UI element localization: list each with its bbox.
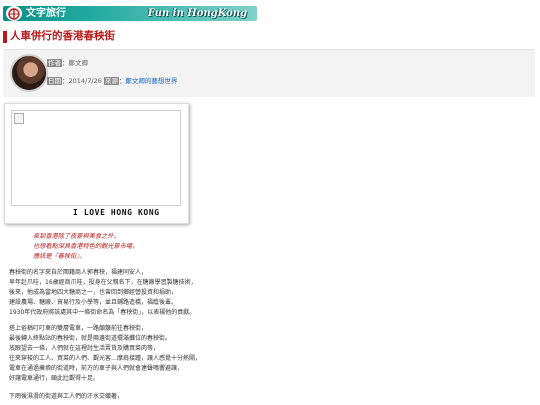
article-title: 人車併行的香港春秧街 — [10, 30, 115, 42]
photo-caption: I LOVE HONG KONG — [73, 208, 160, 217]
title-accent-bar — [3, 31, 7, 43]
photo-image — [11, 110, 181, 206]
date-row: 日期：2014/7/26 來源：鄭文卿的藝想世界 — [47, 77, 178, 85]
paragraph-line: 下雨後濕滑的街道與工人們的汗水交織著， — [9, 393, 124, 400]
section-banner: 文字旅行 Fun in HongKong — [3, 6, 257, 21]
paragraph-line: 放眼望去一條，人們就在這裡討生活賣貨及購買菜肉等， — [9, 345, 160, 352]
paragraph-line: 建設農場、糖廠、貿易行及小學等，並且鋪路造橋，福蔭後輩。 — [9, 299, 178, 306]
quote-line: 來到香港除了夜景與美食之外， — [33, 233, 120, 240]
paragraph-line: 電車在通過擁擠的街道時，前方的車子與人們就會連聲鳴響避讓， — [9, 365, 184, 372]
quote-line: 應該是『春秧街』。 — [33, 253, 86, 260]
paragraph-line: 1930年代政府將該處其中一條街命名為「春秧街」，以表揚他的貢獻。 — [9, 309, 196, 316]
paragraph-line: 往來穿梭的工人、買菜的人們、觀光客…摩肩接踵，讓人感覺十分熱鬧， — [9, 355, 202, 362]
author-avatar[interactable] — [10, 54, 48, 92]
date-label: 日期 — [47, 77, 62, 85]
section-label[interactable]: 文字旅行 — [26, 7, 66, 20]
banner-tagline: Fun in HongKong — [147, 8, 247, 19]
paragraph-line: 搭上俗稱叮叮車的雙層電車，一路顛簸前往春秧街， — [9, 325, 148, 332]
paragraph-line: 春秧街的名字來自於閩籍商人郭春秧，福建同安人， — [9, 269, 148, 276]
quote-line: 也想看點深具香港特色的觀光景市場， — [33, 243, 139, 250]
author-row: 作者：鄭文卿 — [47, 59, 89, 67]
date-value: 2014/7/26 — [68, 77, 102, 85]
paragraph-line: 早年赴爪哇，16歲經商爪哇，投身在父親名下，在糖廠學習製糖技術， — [9, 279, 197, 286]
broken-image-icon — [14, 113, 24, 124]
paragraph-line: 好讓電車通行，頗此壯觀得十足。 — [9, 375, 100, 382]
paragraph-line: 後來，他成為當地四大糖商之一，也曾回到鄉經營投資和捐助， — [9, 289, 178, 296]
article-meta: 作者：鄭文卿 日期：2014/7/26 來源：鄭文卿的藝想世界 — [3, 49, 535, 97]
source-label: 來源 — [103, 77, 119, 85]
author-label: 作者 — [47, 59, 62, 67]
source-link[interactable]: 鄭文卿的藝想世界 — [125, 77, 177, 85]
paragraph-line: 最後轉入終點站的春秧街，就是兩邊街道擺滿攤位的春秧街。 — [9, 335, 172, 342]
article-photo: I LOVE HONG KONG — [4, 103, 189, 224]
author-name[interactable]: 鄭文卿 — [69, 59, 89, 67]
mtr-logo-icon — [6, 6, 22, 21]
